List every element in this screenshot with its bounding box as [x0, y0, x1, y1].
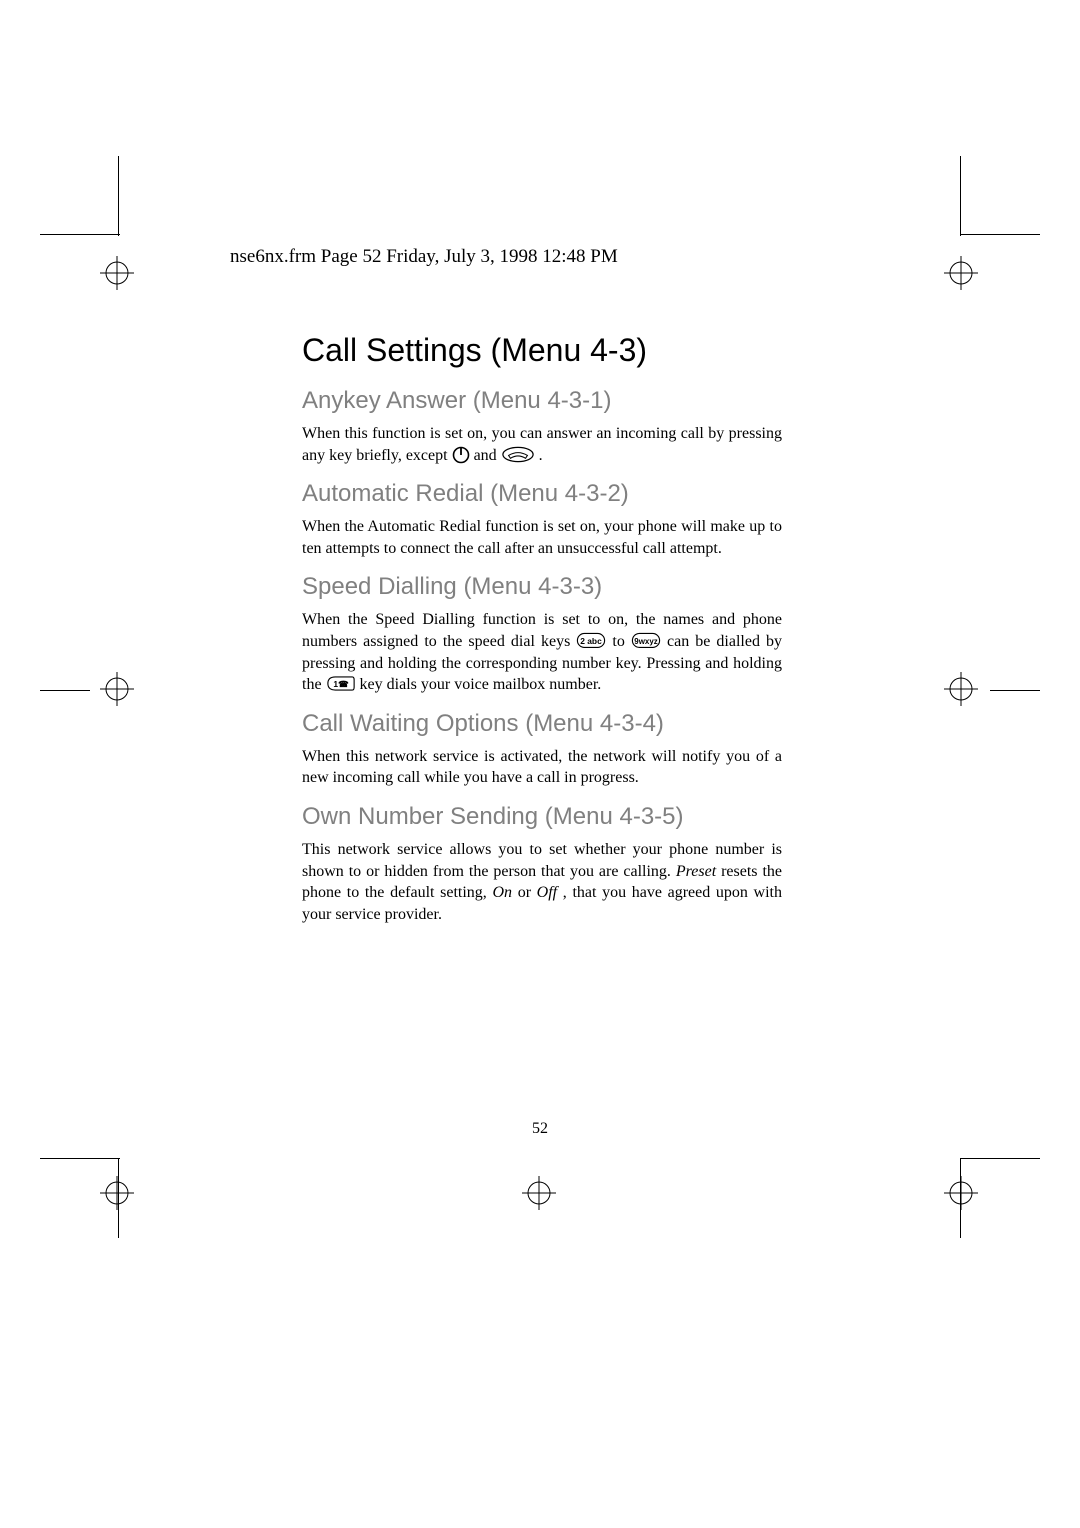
key-9wxyz-icon [631, 632, 661, 650]
power-icon [452, 446, 470, 464]
registration-mark-icon [944, 1176, 978, 1210]
section-body-redial: When the Automatic Redial function is se… [302, 516, 782, 559]
section-body-ownnumber: This network service allows you to set w… [302, 839, 782, 925]
emph-off: Off [537, 884, 557, 901]
crop-line [40, 1158, 120, 1159]
crop-line [40, 234, 120, 235]
section-body-anykey: When this function is set on, you can an… [302, 423, 782, 466]
registration-mark-icon [100, 256, 134, 290]
crop-line [960, 234, 1040, 235]
section-heading-callwaiting: Call Waiting Options (Menu 4-3-4) [302, 710, 782, 738]
page-number: 52 [0, 1120, 1080, 1138]
section-heading-redial: Automatic Redial (Menu 4-3-2) [302, 480, 782, 508]
crop-tick [990, 690, 1040, 691]
registration-mark-icon [100, 672, 134, 706]
end-key-icon [501, 446, 535, 464]
crop-line [960, 1158, 1040, 1159]
section-heading-anykey: Anykey Answer (Menu 4-3-1) [302, 387, 782, 415]
frame-header: nse6nx.frm Page 52 Friday, July 3, 1998 … [230, 246, 710, 268]
registration-mark-icon [944, 672, 978, 706]
crop-tick [40, 690, 90, 691]
section-body-speeddial: When the Speed Dialling function is set … [302, 609, 782, 695]
section-heading-speeddial: Speed Dialling (Menu 4-3-3) [302, 573, 782, 601]
text-fragment: key dials your voice mailbox number. [360, 676, 602, 693]
registration-mark-icon [944, 256, 978, 290]
registration-mark-icon [522, 1176, 556, 1210]
crop-line [960, 156, 961, 236]
key-2abc-icon [576, 632, 606, 650]
text-fragment: to [612, 633, 631, 650]
key-1-icon [326, 675, 356, 693]
crop-line [118, 156, 119, 236]
text-fragment: and [474, 447, 501, 464]
section-body-callwaiting: When this network service is activated, … [302, 746, 782, 789]
registration-mark-icon [100, 1176, 134, 1210]
section-heading-ownnumber: Own Number Sending (Menu 4-3-5) [302, 803, 782, 831]
emph-preset: Preset [676, 863, 716, 880]
page-content: Call Settings (Menu 4-3) Anykey Answer (… [302, 332, 782, 931]
page-title: Call Settings (Menu 4-3) [302, 332, 782, 369]
emph-on: On [492, 884, 512, 901]
text-fragment: . [539, 447, 543, 464]
text-fragment: or [518, 884, 537, 901]
